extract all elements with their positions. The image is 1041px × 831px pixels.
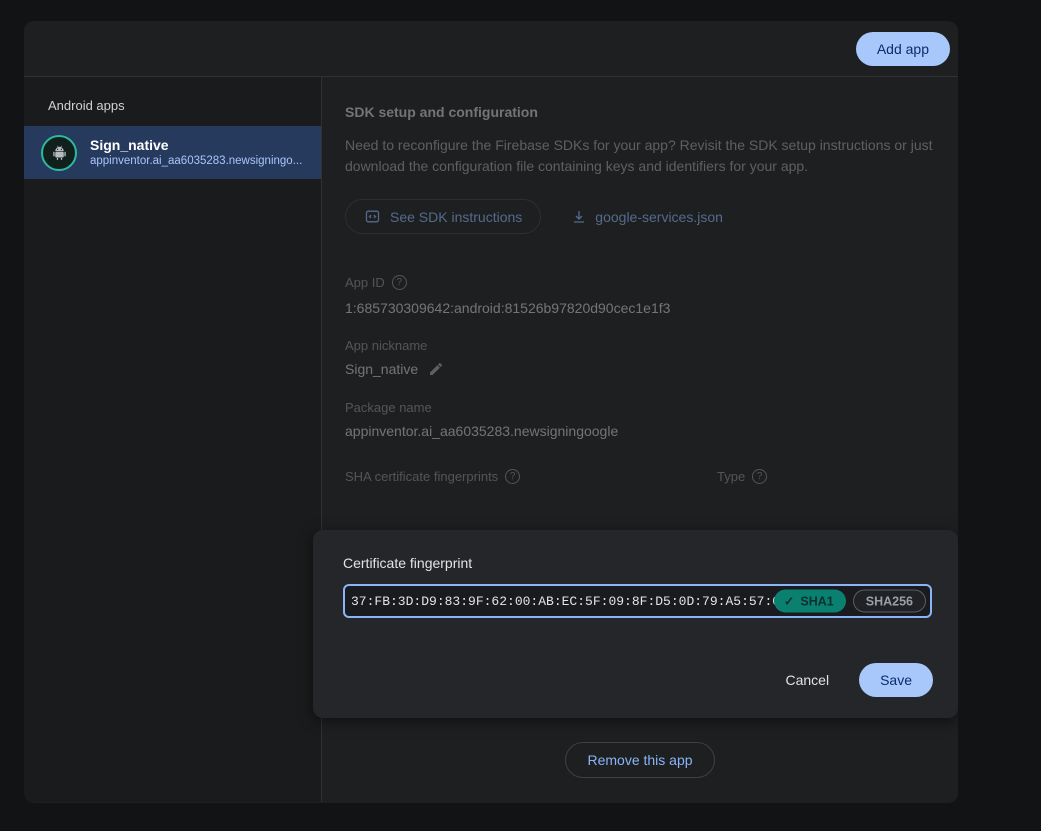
sdk-setup-section: SDK setup and configuration Need to reco… [322, 77, 958, 484]
sdk-section-description: Need to reconfigure the Firebase SDKs fo… [345, 135, 933, 177]
app-settings-dialog: Add app Android apps [24, 21, 958, 803]
see-sdk-instructions-label: See SDK instructions [390, 209, 522, 225]
sha-fingerprints-label: SHA certificate fingerprints ? [345, 469, 717, 484]
editor-actions: Cancel Save [785, 663, 933, 697]
google-services-json-link[interactable]: google-services.json [571, 209, 723, 225]
package-name-value: appinventor.ai_aa6035283.newsigningoogle [345, 423, 934, 439]
sdk-actions-row: See SDK instructions google-services.jso… [345, 199, 934, 234]
save-button[interactable]: Save [859, 663, 933, 697]
sha-header-row: SHA certificate fingerprints ? Type ? [345, 469, 934, 484]
sha256-chip[interactable]: SHA256 [853, 590, 926, 613]
see-sdk-instructions-button[interactable]: See SDK instructions [345, 199, 541, 234]
fingerprint-input-wrap: ✓ SHA1 SHA256 [343, 584, 932, 618]
download-icon [571, 209, 587, 225]
app-id-help-icon[interactable]: ? [392, 275, 407, 290]
sdk-code-icon [364, 208, 381, 225]
certificate-fingerprint-label: Certificate fingerprint [313, 530, 958, 571]
app-item-package: appinventor.ai_aa6035283.newsigningo... [90, 154, 302, 169]
app-item-name: Sign_native [90, 136, 302, 154]
type-help-icon[interactable]: ? [752, 469, 767, 484]
sidebar-item-sign-native[interactable]: Sign_native appinventor.ai_aa6035283.new… [24, 126, 321, 179]
app-nickname-label: App nickname [345, 338, 934, 353]
app-id-label: App ID ? [345, 275, 934, 290]
sidebar-section-label: Android apps [24, 77, 321, 126]
add-app-button[interactable]: Add app [856, 32, 950, 66]
package-name-label: Package name [345, 400, 934, 415]
sha-help-icon[interactable]: ? [505, 469, 520, 484]
sha1-chip[interactable]: ✓ SHA1 [774, 590, 846, 613]
certificate-fingerprint-editor: Certificate fingerprint ✓ SHA1 SHA256 Ca… [313, 530, 958, 718]
dialog-header: Add app [24, 21, 958, 77]
check-icon: ✓ [784, 594, 794, 609]
sha1-chip-label: SHA1 [800, 594, 833, 608]
type-column-label: Type ? [717, 469, 767, 484]
apps-sidebar: Android apps Sign_native [24, 77, 322, 802]
remove-this-app-button[interactable]: Remove this app [565, 742, 714, 778]
app-id-value: 1:685730309642:android:81526b97820d90cec… [345, 300, 934, 316]
app-nickname-value: Sign_native [345, 361, 934, 377]
remove-app-row: Remove this app [322, 742, 958, 778]
app-item-texts: Sign_native appinventor.ai_aa6035283.new… [90, 136, 302, 169]
config-file-label: google-services.json [595, 209, 723, 225]
hash-type-chips: ✓ SHA1 SHA256 [774, 590, 926, 613]
android-icon [51, 144, 68, 161]
android-app-icon [41, 135, 77, 171]
edit-pencil-icon[interactable] [428, 361, 444, 377]
sdk-section-title: SDK setup and configuration [345, 104, 934, 120]
cancel-button[interactable]: Cancel [785, 672, 829, 688]
